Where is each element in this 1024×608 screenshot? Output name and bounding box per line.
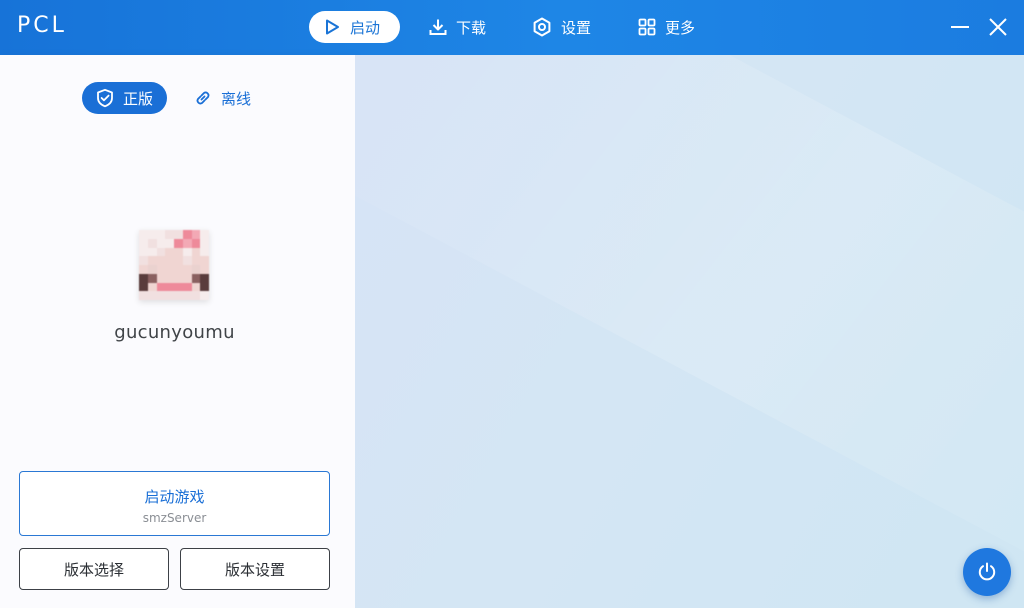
gear-icon <box>533 17 551 37</box>
player-avatar <box>139 230 209 300</box>
avatar-pixel <box>174 291 183 300</box>
avatar-pixel <box>139 230 148 239</box>
avatar-pixel <box>156 247 166 257</box>
avatar-pixel <box>147 291 157 300</box>
avatar-pixel <box>200 273 209 283</box>
avatar-pixel <box>191 230 201 239</box>
avatar-pixel <box>174 282 183 292</box>
avatar-pixel <box>156 238 166 248</box>
version-settings-button[interactable]: 版本设置 <box>180 548 330 590</box>
avatar-pixel <box>156 265 166 274</box>
avatar-pixel <box>147 265 157 274</box>
avatar-pixel <box>165 273 174 283</box>
version-select-button[interactable]: 版本选择 <box>19 548 169 590</box>
link-icon <box>196 91 210 105</box>
avatar-pixel <box>139 265 148 274</box>
close-button[interactable] <box>985 14 1011 40</box>
avatar-pixel <box>139 273 148 283</box>
username-label: gucunyoumu <box>114 322 235 343</box>
avatar-pixel <box>200 282 209 292</box>
nav-tab-label: 启动 <box>350 18 381 37</box>
avatar-pixel <box>147 256 157 265</box>
avatar-pixel <box>182 230 192 239</box>
login-tab-offline[interactable]: 离线 <box>180 82 265 114</box>
avatar-pixel <box>156 256 166 265</box>
avatar-pixel <box>165 230 174 239</box>
avatar-pixel <box>165 291 174 300</box>
avatar-pixel <box>147 230 157 239</box>
avatar-pixel <box>156 282 166 292</box>
avatar-pixel <box>182 238 192 248</box>
avatar-pixel <box>156 273 166 283</box>
nav-tab-more[interactable]: 更多 <box>624 11 711 43</box>
avatar-pixel <box>139 247 148 257</box>
power-icon <box>978 562 996 581</box>
avatar-pixel <box>191 282 201 292</box>
avatar-pixel <box>174 230 183 239</box>
avatar-pixel <box>200 256 209 265</box>
grid-icon <box>638 18 656 36</box>
avatar-pixel <box>156 230 166 239</box>
avatar-pixel <box>200 238 209 248</box>
avatar-pixel <box>200 291 209 300</box>
avatar-pixel <box>147 247 157 257</box>
avatar-pixel <box>182 256 192 265</box>
avatar-pixel <box>165 265 174 274</box>
title-bar: PCL 启动 下载 设置 更多 <box>0 0 1024 55</box>
app-logo: PCL <box>17 13 67 38</box>
avatar-pixel <box>139 238 148 248</box>
avatar-pixel <box>174 256 183 265</box>
avatar-pixel <box>191 291 201 300</box>
selected-version-label: smzServer <box>142 511 207 525</box>
close-icon <box>989 18 1007 36</box>
nav-tab-label: 设置 <box>561 18 592 37</box>
account-panel: 正版 离线 gucunyoumu 启动游戏 smzServer 版本选择 版本设… <box>0 55 355 608</box>
avatar-pixel <box>191 238 201 248</box>
avatar-pixel <box>200 230 209 239</box>
nav-tab-label: 更多 <box>665 18 696 37</box>
avatar-pixel <box>200 247 209 257</box>
avatar-pixel <box>139 256 148 265</box>
avatar-pixel <box>165 282 174 292</box>
avatar-pixel <box>147 282 157 292</box>
avatar-pixel <box>165 247 174 257</box>
nav-tab-settings[interactable]: 设置 <box>518 11 607 43</box>
avatar-pixel <box>182 273 192 283</box>
main-content-area <box>355 55 1024 608</box>
shield-check-icon <box>97 88 113 108</box>
avatar-pixel <box>165 256 174 265</box>
avatar-pixel <box>182 265 192 274</box>
avatar-pixel <box>200 265 209 274</box>
nav-tab-launch[interactable]: 启动 <box>309 11 400 43</box>
avatar-pixel <box>191 247 201 257</box>
avatar-pixel <box>174 273 183 283</box>
avatar-pixel <box>147 238 157 248</box>
avatar-pixel <box>165 238 174 248</box>
login-tab-official[interactable]: 正版 <box>82 82 168 114</box>
power-button[interactable] <box>963 548 1011 596</box>
avatar-pixel <box>174 247 183 257</box>
download-icon <box>429 19 447 35</box>
avatar-pixel <box>139 282 148 292</box>
avatar-pixel <box>182 282 192 292</box>
avatar-pixel <box>182 247 192 257</box>
avatar-pixel <box>156 291 166 300</box>
nav-tab-download[interactable]: 下载 <box>415 11 502 43</box>
login-tab-label: 正版 <box>123 89 154 108</box>
avatar-pixel <box>182 291 192 300</box>
minimize-icon <box>951 26 969 28</box>
minimize-button[interactable] <box>947 14 973 40</box>
avatar-pixel <box>174 238 183 248</box>
avatar-pixel <box>191 265 201 274</box>
avatar-pixel <box>139 291 148 300</box>
avatar-pixel <box>147 273 157 283</box>
login-tab-label: 离线 <box>221 89 252 108</box>
launch-game-button[interactable]: 启动游戏 smzServer <box>19 471 330 536</box>
avatar-pixel <box>174 265 183 274</box>
avatar-pixel <box>191 256 201 265</box>
launch-game-label: 启动游戏 <box>144 488 205 506</box>
avatar-pixel <box>191 273 201 283</box>
nav-tab-label: 下载 <box>456 18 487 37</box>
play-icon <box>326 19 339 35</box>
